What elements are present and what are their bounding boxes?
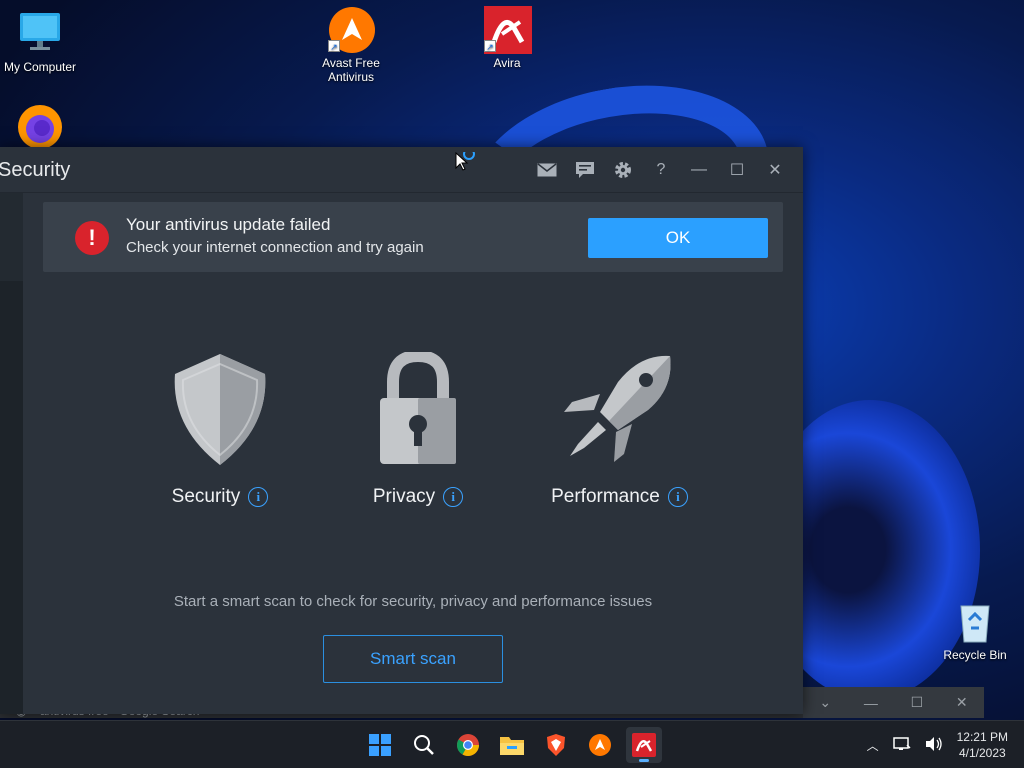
taskbar: ︿ 12:21 PM 4/1/2023 xyxy=(0,720,1024,768)
clock-date: 4/1/2023 xyxy=(958,746,1006,760)
padlock-icon xyxy=(380,349,456,464)
maximize-icon[interactable]: ☐ xyxy=(911,694,924,711)
volume-icon[interactable] xyxy=(925,736,943,755)
feature-security[interactable]: Security i xyxy=(160,352,280,508)
feature-privacy[interactable]: Privacy i xyxy=(358,349,478,508)
busy-cursor-icon xyxy=(455,148,479,181)
desktop-icon-avira[interactable]: ↗ Avira xyxy=(467,6,547,70)
desktop-icon-avast[interactable]: ↗ Avast Free Antivirus xyxy=(311,6,391,84)
chevron-down-icon[interactable]: ⌄ xyxy=(819,694,831,711)
minimize-icon[interactable]: — xyxy=(864,695,878,711)
desktop-icon-label: Avira xyxy=(493,56,521,70)
windows-start-icon[interactable] xyxy=(362,727,398,763)
feedback-icon[interactable] xyxy=(575,160,595,180)
close-icon[interactable]: ✕ xyxy=(765,160,785,180)
clock[interactable]: 12:21 PM 4/1/2023 xyxy=(957,729,1008,761)
chevron-up-icon[interactable]: ︿ xyxy=(867,737,879,754)
info-icon[interactable]: i xyxy=(443,487,464,507)
window-titlebar[interactable]: Security ? — ☐ ✕ xyxy=(0,147,803,193)
desktop-icon-my-computer[interactable]: My Computer xyxy=(0,10,80,74)
feature-label: Security xyxy=(171,486,241,507)
clock-time: 12:21 PM xyxy=(956,730,1008,744)
firefox-icon xyxy=(17,104,63,150)
desktop-icon-label: Avast Free xyxy=(322,56,380,70)
minimize-icon[interactable]: — xyxy=(689,160,709,180)
feature-label: Performance xyxy=(551,486,660,507)
desktop-icon-label: Recycle Bin xyxy=(943,648,1007,662)
search-icon[interactable] xyxy=(406,727,442,763)
feature-label: Privacy xyxy=(372,486,436,507)
maximize-icon[interactable]: ☐ xyxy=(727,160,747,180)
info-icon[interactable]: i xyxy=(248,487,269,507)
close-icon[interactable]: ✕ xyxy=(956,694,968,711)
rocket-icon xyxy=(563,355,671,462)
avira-window: Security ? — ☐ ✕ ! Your antivirus update… xyxy=(0,147,803,714)
feature-performance[interactable]: Performance i xyxy=(547,352,692,508)
shortcut-arrow-icon: ↗ xyxy=(484,40,496,52)
avira-icon[interactable] xyxy=(626,727,662,763)
background-window-controls: ⌄ — ☐ ✕ xyxy=(803,687,984,718)
mail-icon[interactable] xyxy=(537,160,557,180)
shortcut-arrow-icon: ↗ xyxy=(328,40,340,52)
brave-icon[interactable] xyxy=(538,727,574,763)
avast-icon[interactable] xyxy=(582,727,618,763)
desktop-icon-label: My Computer xyxy=(3,60,77,74)
ok-button[interactable]: OK xyxy=(588,218,768,258)
titlebar-controls: ? — ☐ ✕ xyxy=(537,160,785,180)
shield-icon xyxy=(174,354,266,465)
update-failed-alert: ! Your antivirus update failed Check you… xyxy=(43,202,783,272)
alert-title: Your antivirus update failed xyxy=(126,215,331,234)
taskbar-apps xyxy=(362,727,662,763)
desktop-icon-label: Antivirus xyxy=(327,70,374,84)
desktop-icon-recycle-bin[interactable]: Recycle Bin xyxy=(935,598,1015,662)
info-icon[interactable]: i xyxy=(667,487,688,507)
window-title: Security xyxy=(0,159,71,181)
alert-subtitle: Check your internet connection and try a… xyxy=(126,239,424,256)
network-icon[interactable] xyxy=(892,736,911,755)
monitor-icon xyxy=(17,10,63,56)
recycle-bin-icon xyxy=(952,598,998,644)
gear-icon[interactable] xyxy=(613,160,633,180)
chrome-icon[interactable] xyxy=(450,727,486,763)
avast-icon: ↗ xyxy=(328,6,375,53)
system-tray: ︿ 12:21 PM 4/1/2023 xyxy=(867,721,1008,768)
smart-scan-button[interactable]: Smart scan xyxy=(323,635,503,683)
sidebar xyxy=(0,193,23,714)
help-icon[interactable]: ? xyxy=(651,160,671,180)
error-icon: ! xyxy=(75,221,109,255)
scan-description: Start a smart scan to check for security… xyxy=(173,593,653,610)
file-explorer-icon[interactable] xyxy=(494,727,530,763)
avira-icon: ↗ xyxy=(484,6,532,54)
